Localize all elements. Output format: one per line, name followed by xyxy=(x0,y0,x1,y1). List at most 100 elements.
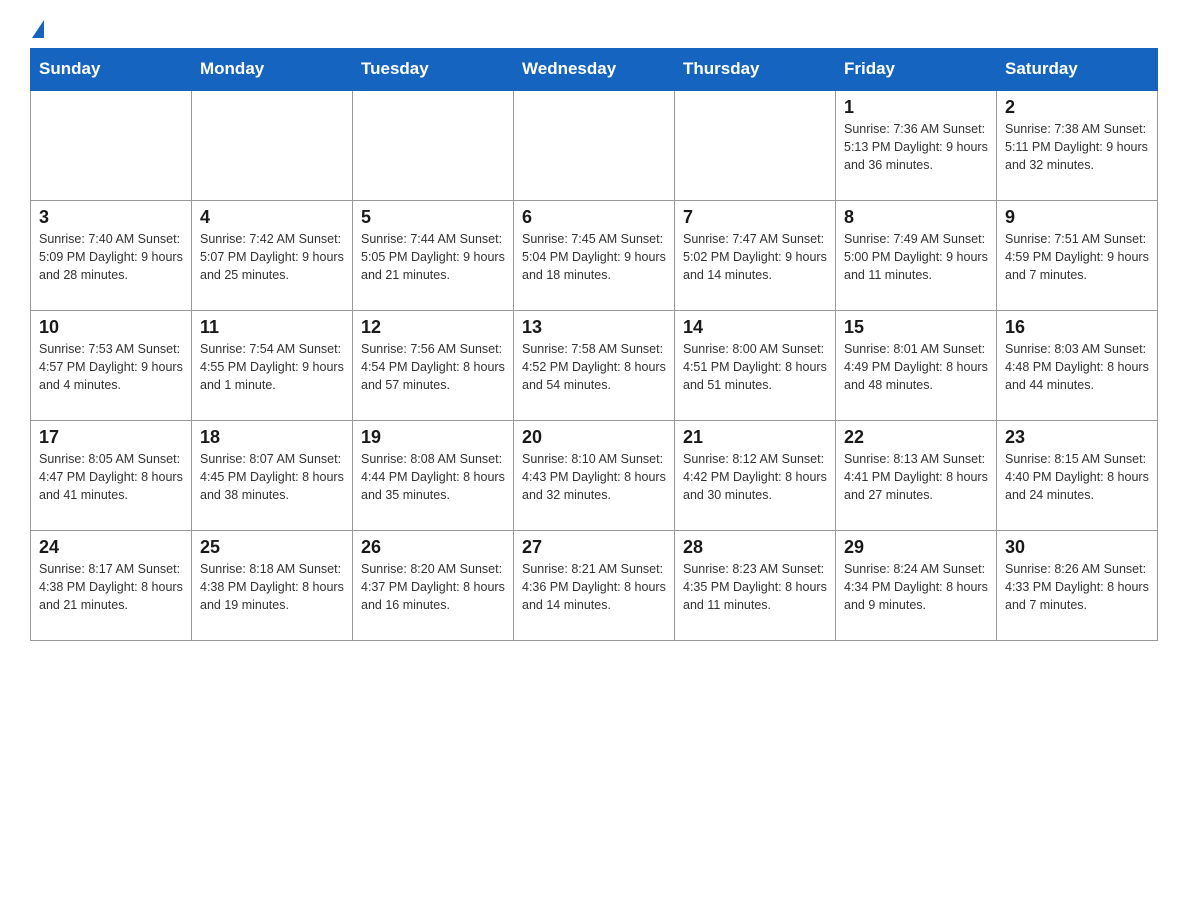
day-number: 16 xyxy=(1005,317,1149,338)
day-number: 15 xyxy=(844,317,988,338)
calendar-header-monday: Monday xyxy=(192,49,353,91)
day-info: Sunrise: 8:03 AM Sunset: 4:48 PM Dayligh… xyxy=(1005,340,1149,394)
day-number: 14 xyxy=(683,317,827,338)
day-number: 12 xyxy=(361,317,505,338)
calendar-cell: 24Sunrise: 8:17 AM Sunset: 4:38 PM Dayli… xyxy=(31,530,192,640)
day-number: 10 xyxy=(39,317,183,338)
calendar-cell: 7Sunrise: 7:47 AM Sunset: 5:02 PM Daylig… xyxy=(675,200,836,310)
day-number: 19 xyxy=(361,427,505,448)
day-info: Sunrise: 8:12 AM Sunset: 4:42 PM Dayligh… xyxy=(683,450,827,504)
day-info: Sunrise: 7:44 AM Sunset: 5:05 PM Dayligh… xyxy=(361,230,505,284)
day-info: Sunrise: 7:36 AM Sunset: 5:13 PM Dayligh… xyxy=(844,120,988,174)
calendar-table: SundayMondayTuesdayWednesdayThursdayFrid… xyxy=(30,48,1158,641)
day-info: Sunrise: 8:21 AM Sunset: 4:36 PM Dayligh… xyxy=(522,560,666,614)
calendar-header-thursday: Thursday xyxy=(675,49,836,91)
calendar-cell: 22Sunrise: 8:13 AM Sunset: 4:41 PM Dayli… xyxy=(836,420,997,530)
day-info: Sunrise: 8:13 AM Sunset: 4:41 PM Dayligh… xyxy=(844,450,988,504)
calendar-cell: 10Sunrise: 7:53 AM Sunset: 4:57 PM Dayli… xyxy=(31,310,192,420)
calendar-week-row: 1Sunrise: 7:36 AM Sunset: 5:13 PM Daylig… xyxy=(31,90,1158,200)
calendar-header-friday: Friday xyxy=(836,49,997,91)
calendar-header-tuesday: Tuesday xyxy=(353,49,514,91)
calendar-cell: 6Sunrise: 7:45 AM Sunset: 5:04 PM Daylig… xyxy=(514,200,675,310)
calendar-cell: 14Sunrise: 8:00 AM Sunset: 4:51 PM Dayli… xyxy=(675,310,836,420)
day-info: Sunrise: 8:23 AM Sunset: 4:35 PM Dayligh… xyxy=(683,560,827,614)
calendar-week-row: 24Sunrise: 8:17 AM Sunset: 4:38 PM Dayli… xyxy=(31,530,1158,640)
day-number: 2 xyxy=(1005,97,1149,118)
calendar-cell: 3Sunrise: 7:40 AM Sunset: 5:09 PM Daylig… xyxy=(31,200,192,310)
day-number: 18 xyxy=(200,427,344,448)
day-number: 24 xyxy=(39,537,183,558)
day-number: 1 xyxy=(844,97,988,118)
day-info: Sunrise: 8:26 AM Sunset: 4:33 PM Dayligh… xyxy=(1005,560,1149,614)
day-info: Sunrise: 8:24 AM Sunset: 4:34 PM Dayligh… xyxy=(844,560,988,614)
day-info: Sunrise: 8:15 AM Sunset: 4:40 PM Dayligh… xyxy=(1005,450,1149,504)
calendar-week-row: 3Sunrise: 7:40 AM Sunset: 5:09 PM Daylig… xyxy=(31,200,1158,310)
day-info: Sunrise: 7:38 AM Sunset: 5:11 PM Dayligh… xyxy=(1005,120,1149,174)
day-number: 3 xyxy=(39,207,183,228)
calendar-cell: 26Sunrise: 8:20 AM Sunset: 4:37 PM Dayli… xyxy=(353,530,514,640)
calendar-cell: 28Sunrise: 8:23 AM Sunset: 4:35 PM Dayli… xyxy=(675,530,836,640)
calendar-cell: 13Sunrise: 7:58 AM Sunset: 4:52 PM Dayli… xyxy=(514,310,675,420)
day-info: Sunrise: 7:42 AM Sunset: 5:07 PM Dayligh… xyxy=(200,230,344,284)
day-info: Sunrise: 7:56 AM Sunset: 4:54 PM Dayligh… xyxy=(361,340,505,394)
calendar-cell: 25Sunrise: 8:18 AM Sunset: 4:38 PM Dayli… xyxy=(192,530,353,640)
day-number: 20 xyxy=(522,427,666,448)
calendar-week-row: 10Sunrise: 7:53 AM Sunset: 4:57 PM Dayli… xyxy=(31,310,1158,420)
calendar-cell: 17Sunrise: 8:05 AM Sunset: 4:47 PM Dayli… xyxy=(31,420,192,530)
day-number: 26 xyxy=(361,537,505,558)
day-info: Sunrise: 7:54 AM Sunset: 4:55 PM Dayligh… xyxy=(200,340,344,394)
calendar-cell: 23Sunrise: 8:15 AM Sunset: 4:40 PM Dayli… xyxy=(997,420,1158,530)
calendar-cell: 27Sunrise: 8:21 AM Sunset: 4:36 PM Dayli… xyxy=(514,530,675,640)
calendar-cell: 15Sunrise: 8:01 AM Sunset: 4:49 PM Dayli… xyxy=(836,310,997,420)
calendar-cell: 2Sunrise: 7:38 AM Sunset: 5:11 PM Daylig… xyxy=(997,90,1158,200)
calendar-cell: 4Sunrise: 7:42 AM Sunset: 5:07 PM Daylig… xyxy=(192,200,353,310)
day-info: Sunrise: 8:08 AM Sunset: 4:44 PM Dayligh… xyxy=(361,450,505,504)
calendar-cell xyxy=(31,90,192,200)
calendar-cell: 5Sunrise: 7:44 AM Sunset: 5:05 PM Daylig… xyxy=(353,200,514,310)
calendar-cell: 21Sunrise: 8:12 AM Sunset: 4:42 PM Dayli… xyxy=(675,420,836,530)
calendar-cell: 9Sunrise: 7:51 AM Sunset: 4:59 PM Daylig… xyxy=(997,200,1158,310)
day-number: 21 xyxy=(683,427,827,448)
day-number: 30 xyxy=(1005,537,1149,558)
day-number: 17 xyxy=(39,427,183,448)
day-number: 8 xyxy=(844,207,988,228)
day-info: Sunrise: 7:40 AM Sunset: 5:09 PM Dayligh… xyxy=(39,230,183,284)
calendar-header-row: SundayMondayTuesdayWednesdayThursdayFrid… xyxy=(31,49,1158,91)
calendar-cell: 8Sunrise: 7:49 AM Sunset: 5:00 PM Daylig… xyxy=(836,200,997,310)
logo xyxy=(30,20,44,38)
day-number: 23 xyxy=(1005,427,1149,448)
calendar-week-row: 17Sunrise: 8:05 AM Sunset: 4:47 PM Dayli… xyxy=(31,420,1158,530)
day-info: Sunrise: 8:20 AM Sunset: 4:37 PM Dayligh… xyxy=(361,560,505,614)
day-number: 27 xyxy=(522,537,666,558)
day-info: Sunrise: 8:18 AM Sunset: 4:38 PM Dayligh… xyxy=(200,560,344,614)
calendar-cell xyxy=(675,90,836,200)
day-number: 29 xyxy=(844,537,988,558)
calendar-cell: 18Sunrise: 8:07 AM Sunset: 4:45 PM Dayli… xyxy=(192,420,353,530)
calendar-cell: 30Sunrise: 8:26 AM Sunset: 4:33 PM Dayli… xyxy=(997,530,1158,640)
calendar-header-wednesday: Wednesday xyxy=(514,49,675,91)
logo-triangle-icon xyxy=(32,20,44,38)
calendar-cell: 19Sunrise: 8:08 AM Sunset: 4:44 PM Dayli… xyxy=(353,420,514,530)
calendar-cell xyxy=(353,90,514,200)
day-number: 28 xyxy=(683,537,827,558)
day-info: Sunrise: 7:49 AM Sunset: 5:00 PM Dayligh… xyxy=(844,230,988,284)
calendar-cell: 1Sunrise: 7:36 AM Sunset: 5:13 PM Daylig… xyxy=(836,90,997,200)
calendar-cell: 11Sunrise: 7:54 AM Sunset: 4:55 PM Dayli… xyxy=(192,310,353,420)
day-number: 9 xyxy=(1005,207,1149,228)
day-info: Sunrise: 7:51 AM Sunset: 4:59 PM Dayligh… xyxy=(1005,230,1149,284)
calendar-cell: 29Sunrise: 8:24 AM Sunset: 4:34 PM Dayli… xyxy=(836,530,997,640)
page-header xyxy=(30,20,1158,38)
day-info: Sunrise: 7:47 AM Sunset: 5:02 PM Dayligh… xyxy=(683,230,827,284)
day-info: Sunrise: 8:05 AM Sunset: 4:47 PM Dayligh… xyxy=(39,450,183,504)
day-info: Sunrise: 8:07 AM Sunset: 4:45 PM Dayligh… xyxy=(200,450,344,504)
day-number: 25 xyxy=(200,537,344,558)
day-info: Sunrise: 8:00 AM Sunset: 4:51 PM Dayligh… xyxy=(683,340,827,394)
day-info: Sunrise: 7:53 AM Sunset: 4:57 PM Dayligh… xyxy=(39,340,183,394)
day-number: 6 xyxy=(522,207,666,228)
day-number: 4 xyxy=(200,207,344,228)
day-number: 22 xyxy=(844,427,988,448)
day-number: 5 xyxy=(361,207,505,228)
day-info: Sunrise: 7:58 AM Sunset: 4:52 PM Dayligh… xyxy=(522,340,666,394)
calendar-header-saturday: Saturday xyxy=(997,49,1158,91)
day-info: Sunrise: 7:45 AM Sunset: 5:04 PM Dayligh… xyxy=(522,230,666,284)
